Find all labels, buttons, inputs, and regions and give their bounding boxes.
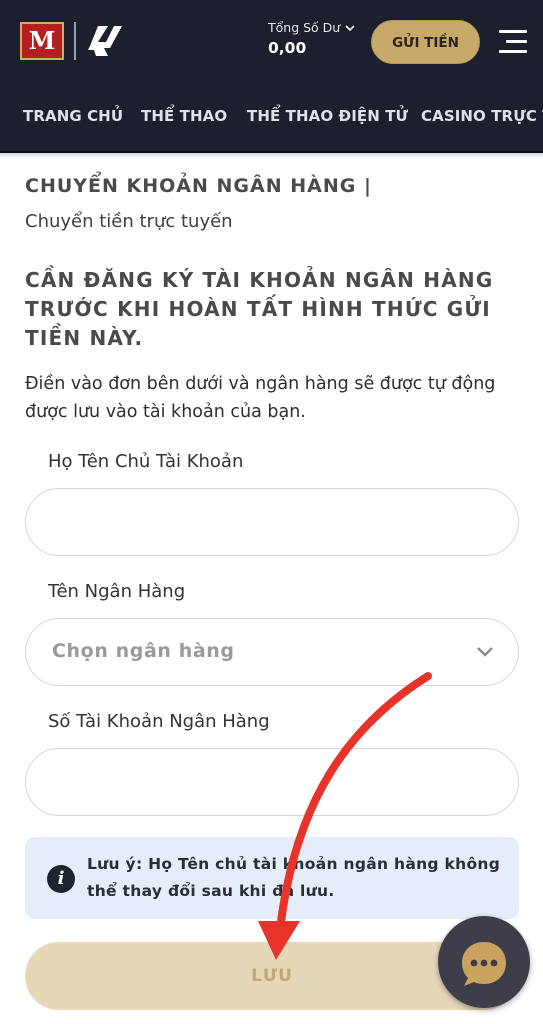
account-number-input[interactable] bbox=[25, 748, 519, 816]
balance-widget[interactable]: Tổng Số Dư 0,00 bbox=[268, 20, 356, 57]
account-name-input[interactable] bbox=[25, 488, 519, 556]
form-description: Điền vào đơn bên dưới và ngân hàng sẽ đư… bbox=[25, 374, 496, 422]
nav-item-live-casino[interactable]: CASINO TRỰC TUYẾN bbox=[421, 107, 543, 125]
note-text: Lưu ý: Họ Tên chủ tài khoản ngân hàng kh… bbox=[87, 855, 501, 900]
nav-item-esports[interactable]: THỂ THAO ĐIỆN TỬ bbox=[247, 107, 408, 125]
balance-label: Tổng Số Dư bbox=[268, 20, 341, 35]
info-icon: i bbox=[47, 865, 75, 893]
chevron-down-icon[interactable] bbox=[344, 22, 356, 34]
top-header: M Tổng Số Dư 0,00 GỬI TIỀN bbox=[0, 0, 543, 85]
logo-divider bbox=[74, 22, 76, 60]
nav-item-home[interactable]: TRANG CHỦ bbox=[23, 107, 123, 125]
main-nav: TRANG CHỦ THỂ THAO THỂ THAO ĐIỆN TỬ CASI… bbox=[0, 85, 543, 153]
nav-shadow bbox=[0, 153, 543, 159]
page-title: CHUYỂN KHOẢN NGÂN HÀNG | bbox=[25, 175, 372, 197]
live-chat-button[interactable] bbox=[438, 916, 530, 1008]
note-box: i Lưu ý: Họ Tên chủ tài khoản ngân hàng … bbox=[25, 837, 519, 919]
page-subtitle: Chuyển tiền trực tuyến bbox=[25, 211, 233, 232]
chat-bubble-icon bbox=[462, 942, 506, 986]
partner-logo-icon bbox=[88, 26, 122, 56]
balance-value: 0,00 bbox=[268, 39, 307, 57]
deposit-button[interactable]: GỬI TIỀN bbox=[371, 20, 480, 64]
brand-logo[interactable]: M bbox=[20, 22, 64, 60]
registration-warning: CẦN ĐĂNG KÝ TÀI KHOẢN NGÂN HÀNG TRƯỚC KH… bbox=[25, 268, 494, 350]
bank-name-label: Tên Ngân Hàng bbox=[48, 581, 186, 602]
nav-item-sports[interactable]: THỂ THAO bbox=[141, 107, 227, 125]
chevron-down-icon bbox=[477, 647, 493, 657]
hamburger-menu-icon[interactable] bbox=[496, 25, 530, 59]
account-number-label: Số Tài Khoản Ngân Hàng bbox=[48, 711, 270, 732]
bank-name-select[interactable]: Chọn ngân hàng bbox=[25, 618, 519, 686]
account-name-label: Họ Tên Chủ Tài Khoản bbox=[48, 451, 244, 472]
bank-select-placeholder: Chọn ngân hàng bbox=[52, 640, 235, 662]
